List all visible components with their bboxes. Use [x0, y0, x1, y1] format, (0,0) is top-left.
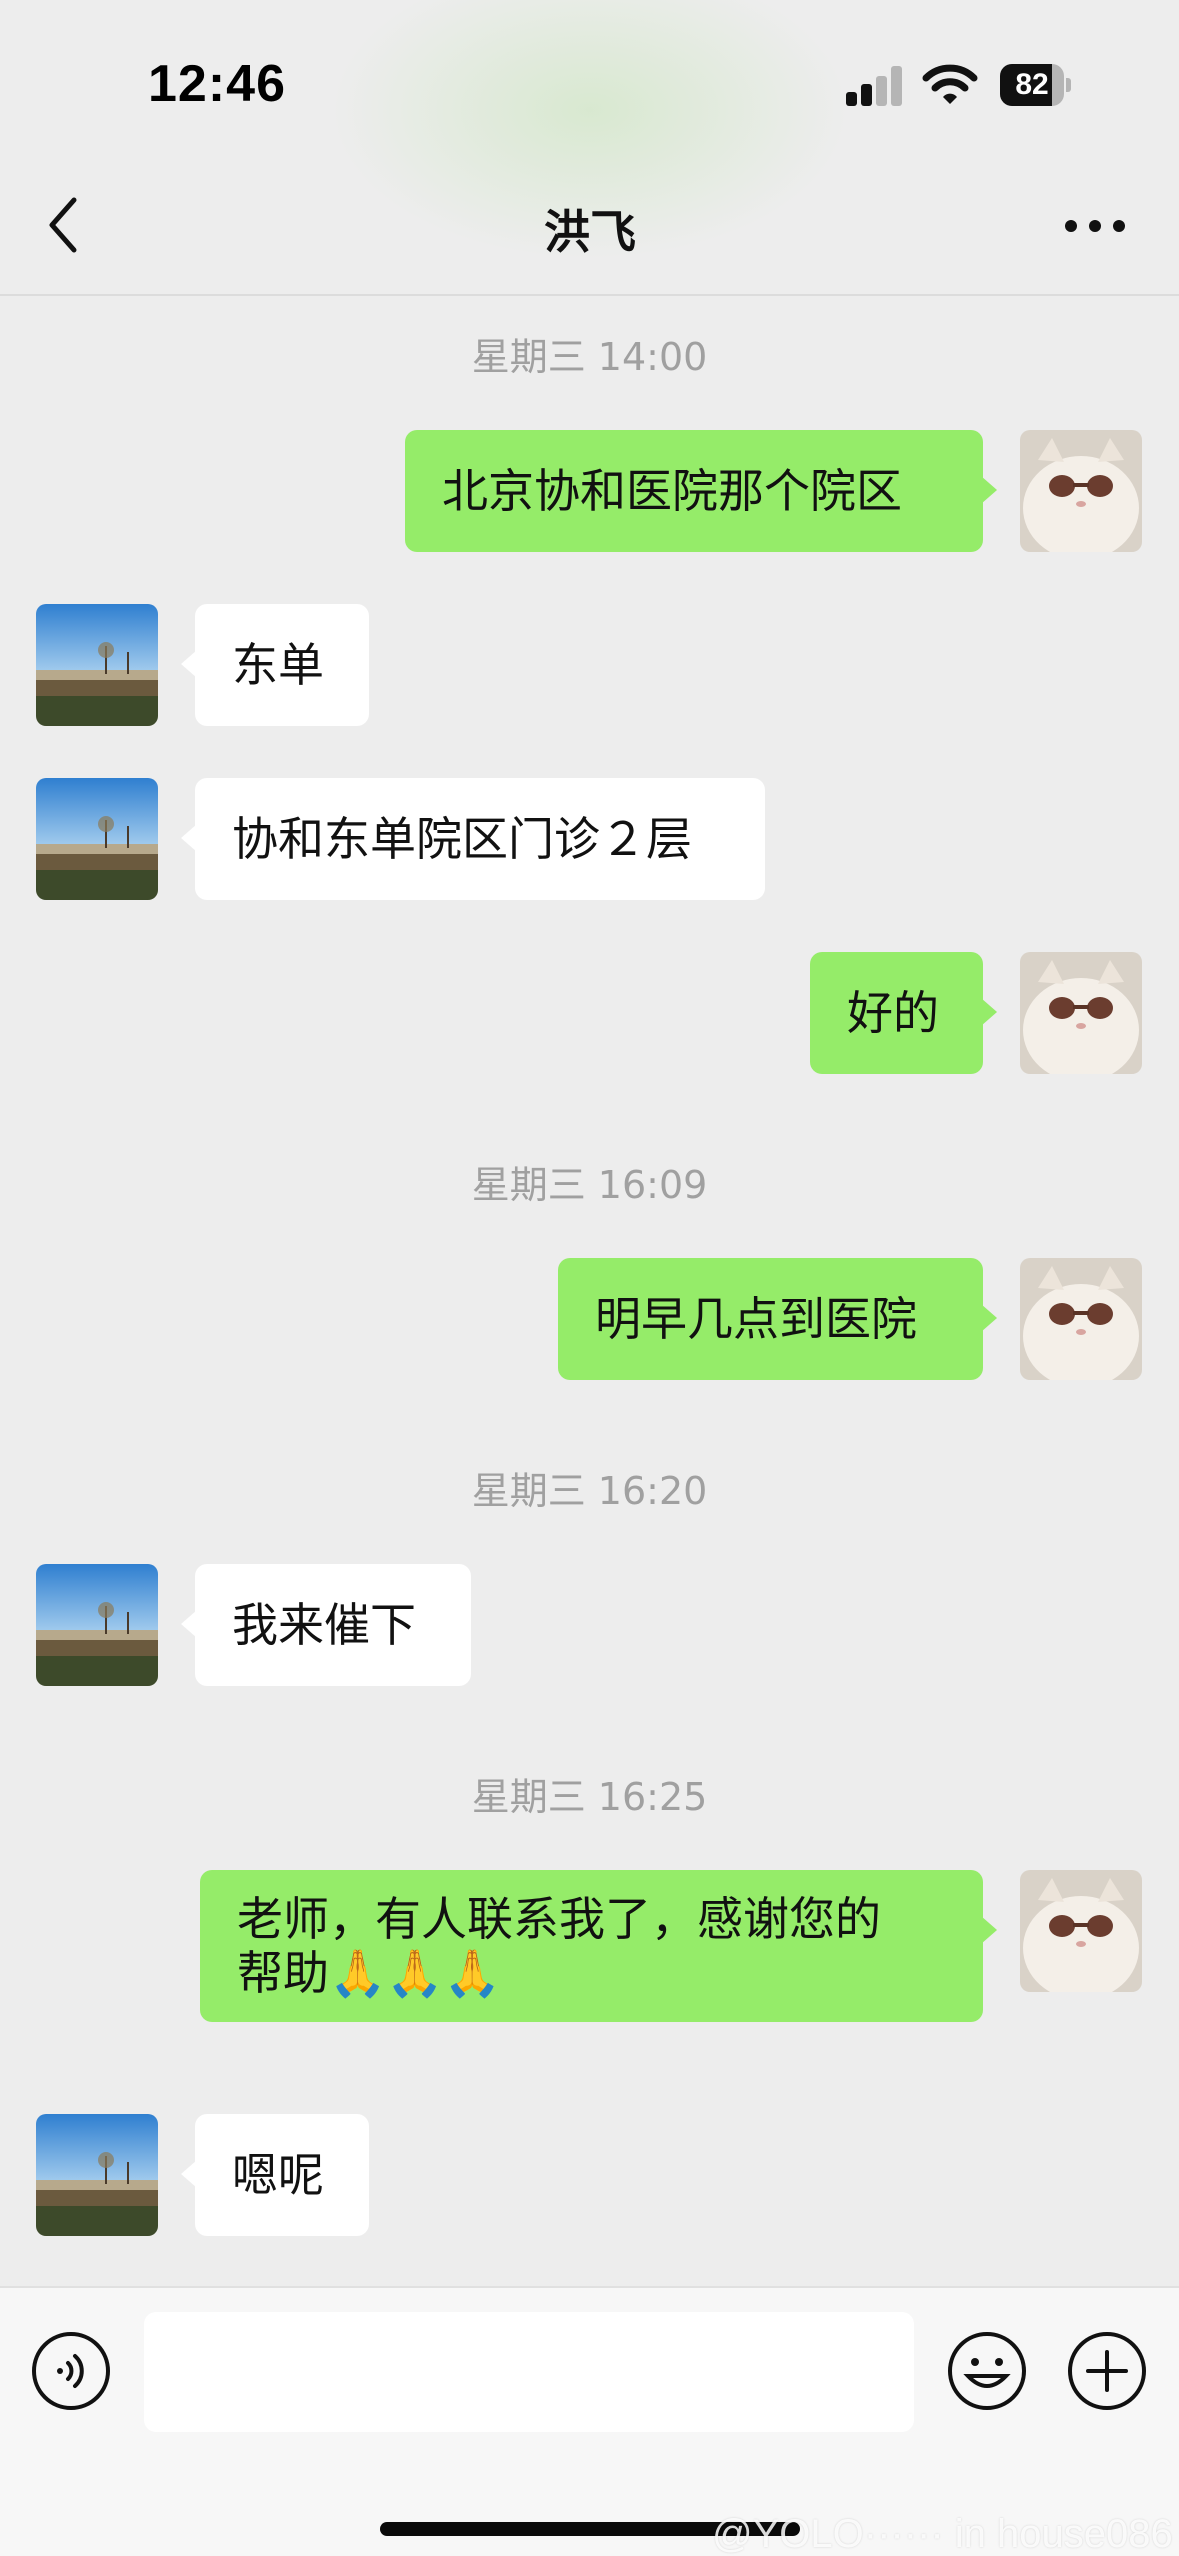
message-text: 帮助🙏🙏🙏: [237, 1946, 501, 2000]
my-message-bubble[interactable]: 北京协和医院那个院区: [405, 430, 997, 552]
wifi-icon: [922, 64, 978, 104]
contact-message-bubble[interactable]: 我来催下: [181, 1564, 471, 1686]
contact-avatar[interactable]: [36, 2114, 158, 2236]
battery-level: 82: [1015, 68, 1049, 101]
cat-avatar-image: [1020, 430, 1142, 552]
battery-icon: 82: [1000, 64, 1072, 106]
emoji-icon: [948, 2332, 1026, 2410]
my-message-bubble[interactable]: 老师，有人联系我了，感谢您的 帮助🙏🙏🙏: [200, 1870, 997, 2022]
contact-avatar[interactable]: [36, 778, 158, 900]
message-text: 明早几点到医院: [595, 1292, 917, 1346]
message-text: 好的: [847, 986, 939, 1040]
message-text: 协和东单院区门诊２层: [232, 812, 692, 866]
cat-avatar-image: [1020, 1870, 1142, 1992]
emoji-button[interactable]: [946, 2330, 1028, 2412]
timestamp: 星期三 14:00: [471, 335, 708, 379]
message-input[interactable]: [144, 2312, 914, 2432]
watermark-text: @YOLO······ in house086: [712, 2512, 1173, 2556]
contact-avatar[interactable]: [36, 604, 158, 726]
message-text: 我来催下: [232, 1598, 416, 1652]
chat-screen: 12:46 82 洪飞 星期三 14:00 北京协和医院那个院区 东单 协和东单…: [0, 0, 1179, 2556]
my-message-bubble[interactable]: 明早几点到医院: [558, 1258, 997, 1380]
landscape-avatar-image: [36, 1564, 158, 1686]
back-button[interactable]: [40, 190, 90, 260]
contact-avatar[interactable]: [36, 1564, 158, 1686]
message-text: 嗯呢: [232, 2148, 324, 2202]
cellular-signal-icon: [846, 66, 904, 106]
landscape-avatar-image: [36, 604, 158, 726]
more-button[interactable]: [1060, 208, 1130, 244]
plus-icon: [1068, 2332, 1146, 2410]
contact-message-bubble[interactable]: 嗯呢: [181, 2114, 369, 2236]
my-avatar[interactable]: [1020, 1870, 1142, 1992]
header-divider: [0, 294, 1179, 296]
my-avatar[interactable]: [1020, 952, 1142, 1074]
landscape-avatar-image: [36, 778, 158, 900]
chat-title: 洪飞: [544, 205, 636, 259]
message-text: 东单: [232, 638, 324, 692]
voice-icon: [32, 2332, 110, 2410]
my-message-bubble[interactable]: 好的: [810, 952, 997, 1074]
my-avatar[interactable]: [1020, 1258, 1142, 1380]
status-time: 12:46: [148, 55, 286, 113]
contact-message-bubble[interactable]: 东单: [181, 604, 369, 726]
message-text: 北京协和医院那个院区: [442, 464, 902, 518]
cat-avatar-image: [1020, 1258, 1142, 1380]
input-bar: @YOLO······ in house086: [0, 2286, 1179, 2556]
more-dots-icon: [1065, 220, 1125, 232]
more-functions-button[interactable]: [1066, 2330, 1148, 2412]
top-bar: 12:46 82 洪飞: [0, 0, 1179, 296]
landscape-avatar-image: [36, 2114, 158, 2236]
timestamp: 星期三 16:20: [471, 1469, 708, 1513]
voice-button[interactable]: [30, 2330, 112, 2412]
timestamp: 星期三 16:09: [471, 1163, 708, 1207]
cat-avatar-image: [1020, 952, 1142, 1074]
my-avatar[interactable]: [1020, 430, 1142, 552]
chevron-left-icon: [49, 197, 77, 253]
contact-message-bubble[interactable]: 协和东单院区门诊２层: [181, 778, 765, 900]
timestamp: 星期三 16:25: [471, 1775, 708, 1819]
message-text: 老师，有人联系我了，感谢您的: [237, 1892, 881, 1946]
